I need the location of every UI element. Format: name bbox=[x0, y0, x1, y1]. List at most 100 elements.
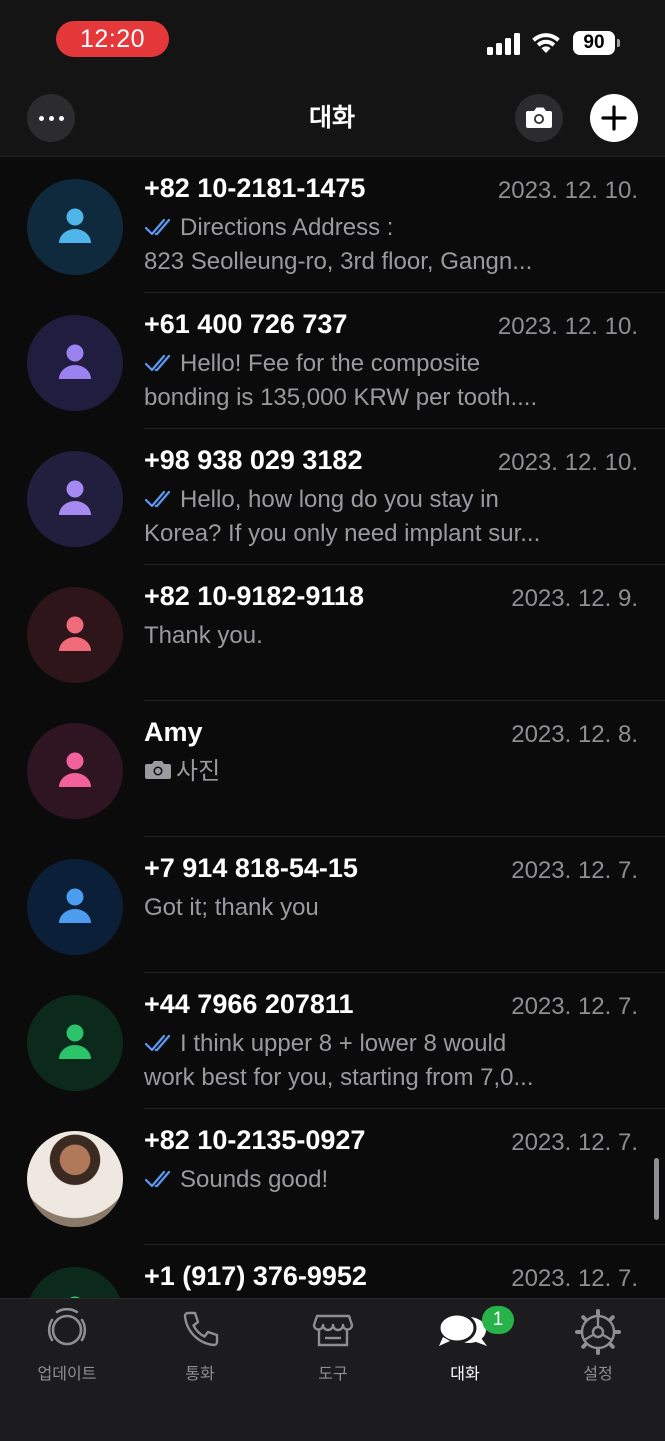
preview-line: Directions Address : bbox=[144, 211, 584, 245]
cellular-signal-icon bbox=[487, 33, 521, 55]
preview-text: Thank you. bbox=[144, 622, 263, 649]
person-icon bbox=[59, 208, 91, 243]
person-icon bbox=[59, 888, 91, 923]
contact-name: +82 10-2181-1475 bbox=[144, 173, 366, 203]
person-icon bbox=[59, 344, 91, 379]
tab-label-updates: 업데이트 bbox=[37, 1366, 97, 1383]
preview-text: Got it; thank you bbox=[144, 894, 319, 921]
preview-line: Hello, how long do you stay in bbox=[144, 483, 584, 517]
message-preview: Hello! Fee for the composite bonding is 1… bbox=[144, 347, 584, 415]
preview-line: Sounds good! bbox=[144, 1163, 584, 1197]
message-preview: I think upper 8 + lower 8 would work best… bbox=[144, 1027, 584, 1095]
message-date: 2023. 12. 10. bbox=[497, 449, 638, 476]
message-date: 2023. 12. 7. bbox=[511, 1265, 638, 1292]
chat-row[interactable]: +44 7966 207811 2023. 12. 7. I think upper… bbox=[0, 973, 665, 1109]
avatar[interactable] bbox=[27, 315, 123, 411]
avatar[interactable] bbox=[27, 1267, 123, 1298]
message-preview: Got it; thank you bbox=[144, 891, 584, 925]
avatar[interactable] bbox=[27, 859, 123, 955]
chat-list[interactable]: +82 10-2181-1475 2023. 12. 10. Directions … bbox=[0, 157, 665, 1298]
read-receipt-icon bbox=[144, 1170, 171, 1188]
message-preview: Thank you. bbox=[144, 619, 584, 653]
scrollbar[interactable] bbox=[654, 1158, 659, 1220]
page-title: 대화 bbox=[308, 104, 355, 132]
battery-tip bbox=[617, 39, 620, 47]
chat-row[interactable]: +98 938 029 3182 2023. 12. 10. Hello, how … bbox=[0, 429, 665, 565]
tab-label-settings: 설정 bbox=[583, 1366, 613, 1383]
preview-text: 823 Seolleung-ro, 3rd floor, Gangn... bbox=[144, 248, 533, 275]
preview-text: work best for you, starting from 7,0... bbox=[144, 1064, 534, 1091]
message-preview: 사진 bbox=[144, 755, 584, 789]
read-receipt-icon bbox=[144, 1034, 171, 1052]
plus-icon bbox=[601, 105, 627, 131]
chat-row[interactable]: +82 10-2181-1475 2023. 12. 10. Directions … bbox=[0, 157, 665, 293]
preview-text: Hello, how long do you stay in bbox=[180, 486, 499, 513]
message-date: 2023. 12. 7. bbox=[511, 1129, 638, 1156]
preview-line: I think upper 8 + lower 8 would bbox=[144, 1027, 584, 1061]
camera-button[interactable] bbox=[515, 94, 563, 142]
contact-name: +98 938 029 3182 bbox=[144, 445, 363, 475]
read-receipt-icon bbox=[144, 490, 171, 508]
person-icon bbox=[59, 752, 91, 787]
tab-updates[interactable]: 업데이트 bbox=[7, 1306, 127, 1386]
contact-name: +82 10-9182-9118 bbox=[144, 581, 364, 611]
read-receipt-icon bbox=[144, 218, 171, 236]
new-chat-button[interactable] bbox=[590, 94, 638, 142]
preview-line: bonding is 135,000 KRW per tooth.... bbox=[144, 381, 584, 415]
tab-settings[interactable]: 설정 bbox=[538, 1306, 658, 1386]
chat-row[interactable]: +7 914 818-54-15 2023. 12. 7. Got it; than… bbox=[0, 837, 665, 973]
preview-line: Got it; thank you bbox=[144, 891, 584, 925]
contact-name: +44 7966 207811 bbox=[144, 989, 354, 1019]
preview-text: 사진 bbox=[176, 758, 221, 785]
chat-row[interactable]: +82 10-9182-9118 2023. 12. 9. Thank you. bbox=[0, 565, 665, 701]
person-icon bbox=[59, 616, 91, 651]
preview-text: Hello! Fee for the composite bbox=[180, 350, 481, 377]
updates-icon bbox=[47, 1308, 87, 1346]
preview-text: I think upper 8 + lower 8 would bbox=[180, 1030, 507, 1057]
chat-row[interactable]: +82 10-2135-0927 2023. 12. 7. Sounds good! bbox=[0, 1109, 665, 1245]
avatar[interactable] bbox=[27, 723, 123, 819]
battery-indicator: 90 bbox=[573, 31, 615, 55]
more-options-button[interactable] bbox=[27, 94, 75, 142]
tab-label-chats: 대화 bbox=[450, 1366, 480, 1383]
tab-calls[interactable]: 통화 bbox=[140, 1306, 260, 1386]
avatar[interactable] bbox=[27, 451, 123, 547]
message-date: 2023. 12. 10. bbox=[497, 313, 638, 340]
tab-label-tools: 도구 bbox=[318, 1366, 348, 1383]
chat-row[interactable]: +1 (917) 376-9952 2023. 12. 7. bbox=[0, 1245, 665, 1298]
preview-text: Sounds good! bbox=[180, 1166, 329, 1193]
contact-name: +7 914 818-54-15 bbox=[144, 853, 358, 883]
message-preview: Directions Address : 823 Seolleung-ro, 3r… bbox=[144, 211, 584, 279]
person-icon bbox=[59, 1024, 91, 1059]
avatar[interactable] bbox=[27, 995, 123, 1091]
avatar[interactable] bbox=[27, 179, 123, 275]
preview-line: work best for you, starting from 7,0... bbox=[144, 1061, 584, 1095]
preview-line: Thank you. bbox=[144, 619, 584, 653]
phone-icon bbox=[183, 1311, 219, 1347]
store-icon bbox=[312, 1314, 354, 1347]
contact-name: Amy bbox=[144, 717, 203, 747]
preview-line: 사진 bbox=[144, 755, 584, 789]
contact-photo-avatar[interactable] bbox=[27, 1131, 123, 1227]
message-date: 2023. 12. 9. bbox=[511, 585, 638, 612]
tab-tools[interactable]: 도구 bbox=[273, 1306, 393, 1386]
message-preview: Hello, how long do you stay in Korea? If … bbox=[144, 483, 584, 551]
avatar[interactable] bbox=[27, 587, 123, 683]
message-date: 2023. 12. 8. bbox=[511, 721, 638, 748]
contact-name: +61 400 726 737 bbox=[144, 309, 348, 339]
preview-text: bonding is 135,000 KRW per tooth.... bbox=[144, 384, 538, 411]
message-date: 2023. 12. 7. bbox=[511, 857, 638, 884]
message-date: 2023. 12. 10. bbox=[497, 177, 638, 204]
status-time[interactable]: 12:20 bbox=[56, 21, 169, 57]
message-preview: Sounds good! bbox=[144, 1163, 584, 1197]
contact-name: +82 10-2135-0927 bbox=[144, 1125, 366, 1155]
preview-line: Hello! Fee for the composite bbox=[144, 347, 584, 381]
preview-line: 823 Seolleung-ro, 3rd floor, Gangn... bbox=[144, 245, 584, 279]
chat-row[interactable]: +61 400 726 737 2023. 12. 10. Hello! Fee f… bbox=[0, 293, 665, 429]
unread-badge: 1 bbox=[482, 1306, 514, 1334]
preview-line: Korea? If you only need implant sur... bbox=[144, 517, 584, 551]
photo-icon bbox=[145, 761, 171, 779]
chat-row[interactable]: Amy 2023. 12. 8. 사진 bbox=[0, 701, 665, 837]
person-icon bbox=[59, 480, 91, 515]
preview-text: Korea? If you only need implant sur... bbox=[144, 520, 541, 547]
